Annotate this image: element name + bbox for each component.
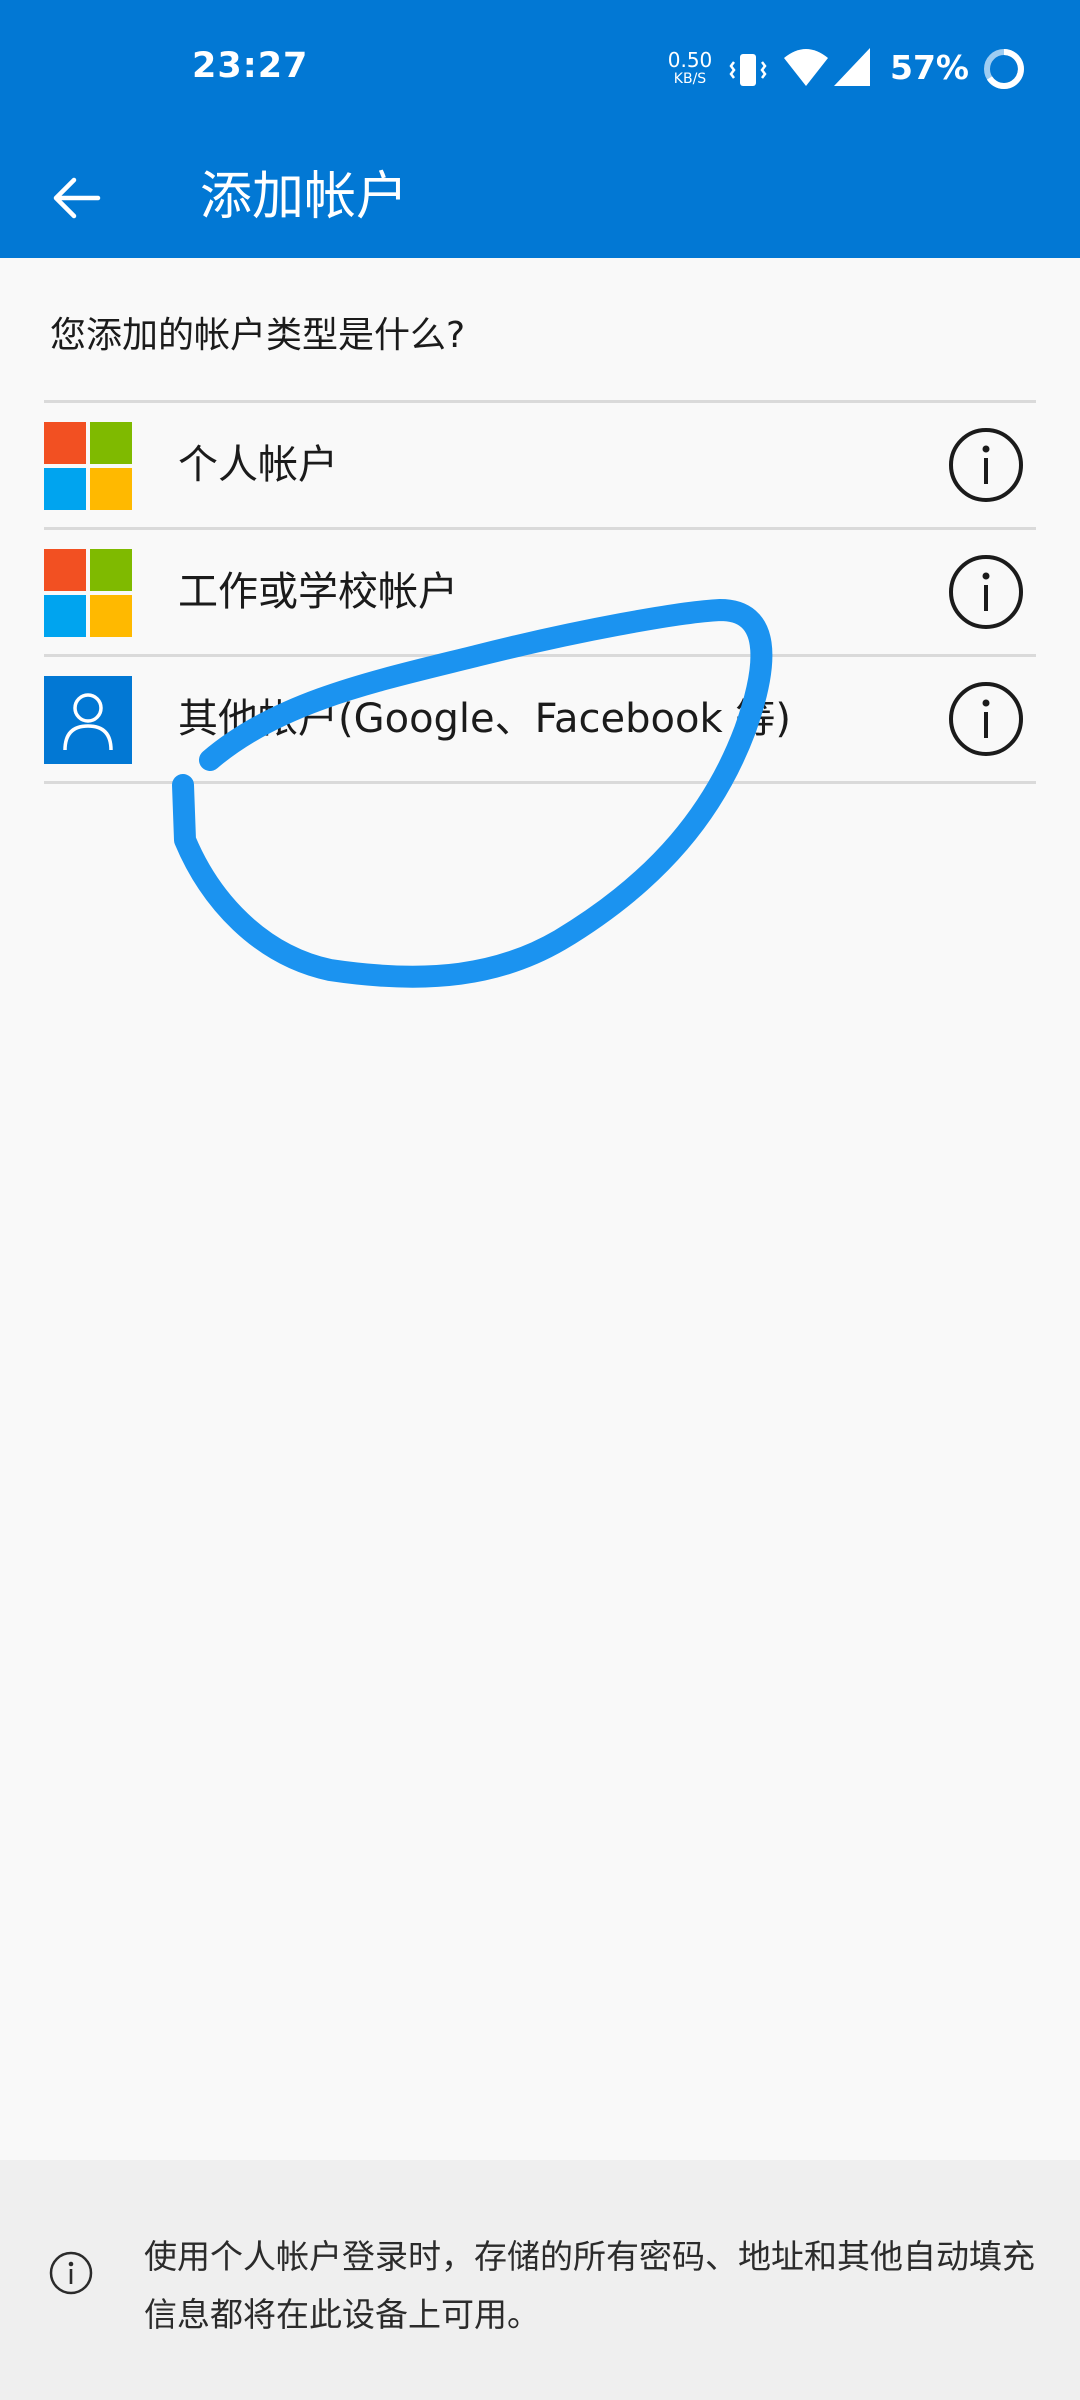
info-icon[interactable] [948, 681, 1024, 757]
status-time: 23:27 [192, 46, 309, 86]
signal-icon [834, 48, 870, 86]
battery-percent: 57% [890, 48, 969, 87]
vibrate-icon [729, 54, 767, 86]
page-title: 添加帐户 [200, 167, 409, 227]
info-icon [49, 2251, 93, 2295]
network-speed-value: 0.50 [667, 48, 713, 72]
status-bar: 23:27 0.50 KB/S 57% [0, 0, 1080, 136]
account-option-label: 其他帐户(Google、Facebook 等) [178, 696, 791, 742]
account-option-personal[interactable]: 个人帐户 [44, 403, 1036, 530]
info-icon[interactable] [948, 554, 1024, 630]
network-speed: 0.50 KB/S [664, 50, 716, 86]
account-option-label: 工作或学校帐户 [178, 569, 458, 615]
account-option-label: 个人帐户 [178, 442, 338, 488]
microsoft-logo-icon [44, 422, 132, 510]
wifi-icon [784, 49, 828, 86]
info-icon[interactable] [948, 427, 1024, 503]
account-option-work-school[interactable]: 工作或学校帐户 [44, 530, 1036, 657]
footer-info-panel: 使用个人帐户登录时，存储的所有密码、地址和其他自动填充信息都将在此设备上可用。 [0, 2160, 1080, 2400]
network-speed-unit: KB/S [673, 71, 707, 87]
microsoft-logo-icon [44, 549, 132, 637]
account-type-question: 您添加的帐户类型是什么? [50, 315, 466, 356]
battery-icon [984, 49, 1024, 89]
arrow-left-icon [53, 177, 101, 219]
app-bar: 添加帐户 [0, 136, 1080, 258]
account-option-other[interactable]: 其他帐户(Google、Facebook 等) [44, 657, 1036, 784]
account-type-list: 个人帐户 工作或学校帐户 其他帐户(Google、Facebook 等) [44, 400, 1036, 784]
footer-info-text: 使用个人帐户登录时，存储的所有密码、地址和其他自动填充信息都将在此设备上可用。 [144, 2237, 1035, 2334]
back-button[interactable] [36, 158, 116, 238]
person-icon [44, 676, 132, 764]
